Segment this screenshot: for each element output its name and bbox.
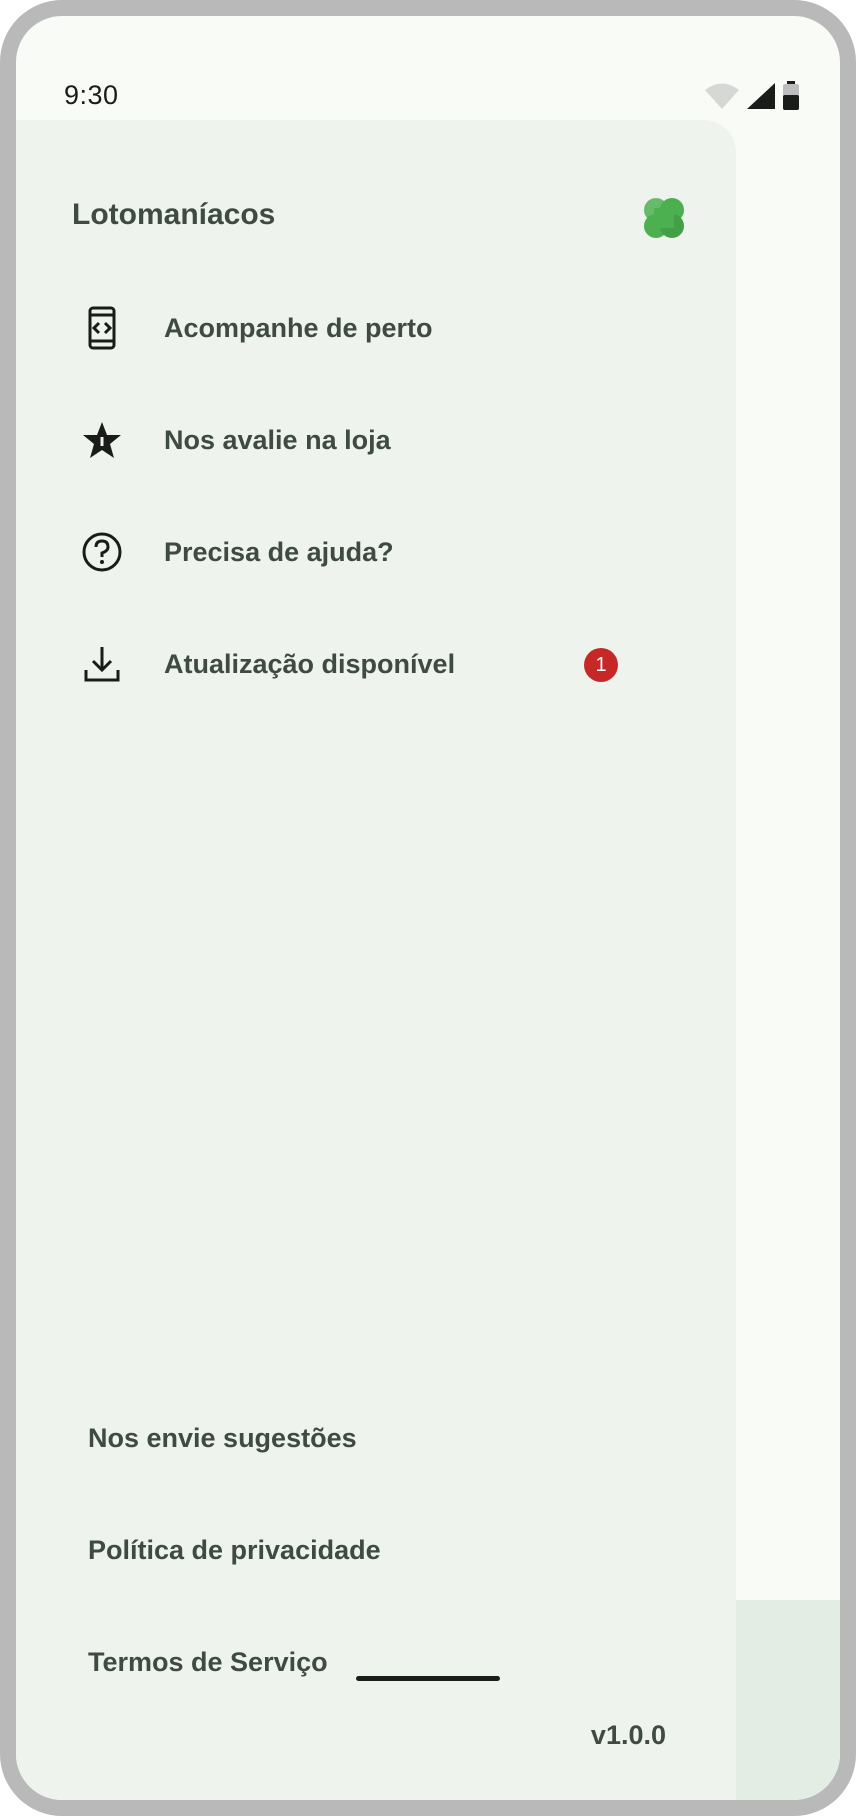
drawer-header: Lotomaníacos [72,192,690,248]
menu-item-atualizacao[interactable]: Atualização disponível 1 [72,624,672,704]
menu-item-avalie[interactable]: Nos avalie na loja [72,400,672,480]
clover-logo-icon [644,198,684,238]
status-bar: 9:30 [16,16,840,120]
download-icon [80,642,124,686]
signal-icon [747,83,775,109]
menu-item-label: Atualização disponível [164,648,456,679]
update-badge: 1 [584,648,618,682]
device-frame: 9:30 Lotomaníacos Acompanhe de perto Nos… [0,0,856,1816]
menu-item-label: Acompanhe de perto [164,312,433,343]
status-time: 9:30 [64,80,119,110]
terms-of-service-link[interactable]: Termos de Serviço [88,1632,588,1692]
home-indicator[interactable] [356,1676,500,1681]
navigation-drawer: Lotomaníacos Acompanhe de perto Nos aval… [16,120,736,1800]
status-icons [704,80,800,112]
app-version: v1.0.0 [590,1720,666,1750]
menu-item-label: Precisa de ajuda? [164,536,394,567]
privacy-policy-link[interactable]: Política de privacidade [88,1520,588,1580]
battery-icon [783,81,799,110]
wifi-icon [705,83,739,109]
menu-item-ajuda[interactable]: Precisa de ajuda? [72,512,672,592]
drawer-title: Lotomaníacos [72,198,276,231]
star-icon [80,418,124,462]
menu-item-acompanhe[interactable]: Acompanhe de perto [72,288,672,368]
menu-item-label: Nos avalie na loja [164,424,391,455]
help-circle-icon [80,530,124,574]
phone-code-icon [80,306,124,350]
suggestions-link[interactable]: Nos envie sugestões [88,1408,588,1468]
